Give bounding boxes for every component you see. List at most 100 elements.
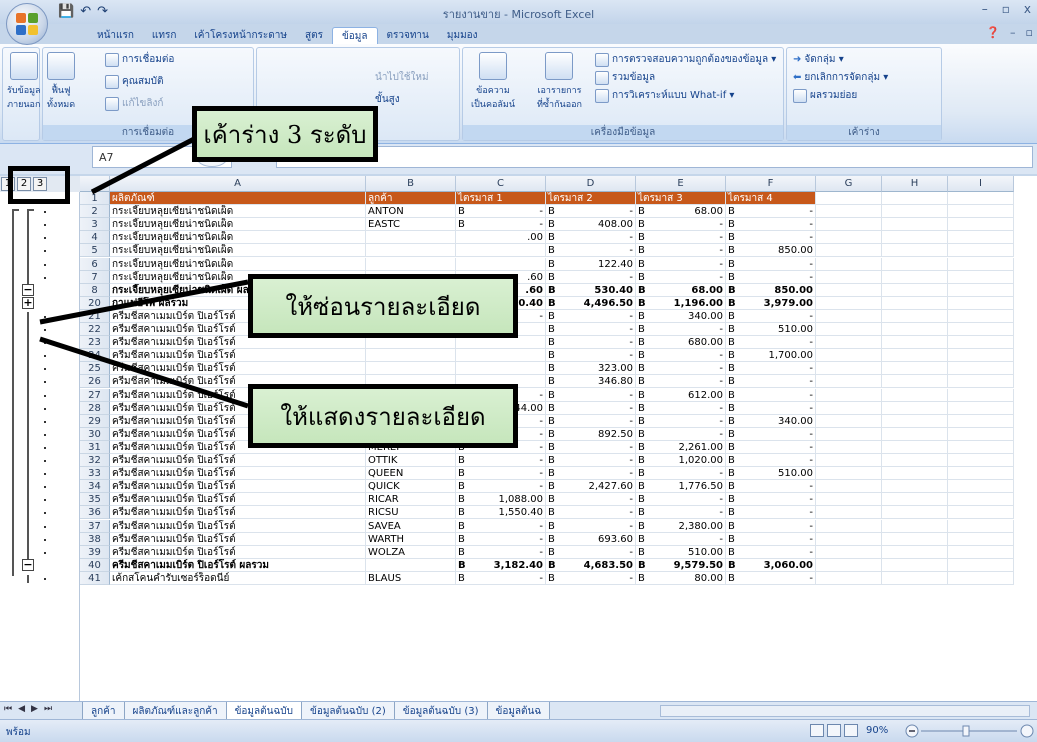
tab-1[interactable]: แทรก	[143, 27, 185, 45]
table-cell[interactable]: B	[546, 559, 560, 572]
table-cell[interactable]: -	[650, 244, 726, 258]
table-cell[interactable]	[366, 349, 456, 363]
table-cell[interactable]: 693.60	[560, 532, 636, 546]
table-cell[interactable]: B	[636, 323, 650, 336]
table-cell[interactable]: -	[740, 336, 816, 350]
table-cell[interactable]: -	[740, 532, 816, 546]
table-cell[interactable]: B	[636, 389, 650, 402]
table-cell[interactable]: ครีมชีสคาเมมเบิร์ต ปิเอร์โรต์	[110, 519, 366, 533]
tab-0[interactable]: หน้าแรก	[88, 27, 143, 45]
empty-cell[interactable]	[948, 480, 1014, 494]
table-cell[interactable]: -	[470, 467, 546, 481]
header-cell[interactable]: ไตรมาส 2	[546, 192, 636, 205]
table-cell[interactable]: 2,380.00	[650, 519, 726, 533]
table-cell[interactable]: B	[726, 244, 740, 258]
table-cell[interactable]: -	[560, 205, 636, 219]
empty-cell[interactable]	[882, 283, 948, 297]
table-cell[interactable]: B	[456, 559, 470, 572]
column-header-B[interactable]: B	[366, 176, 456, 192]
table-cell[interactable]: -	[740, 231, 816, 245]
table-cell[interactable]: -	[470, 571, 546, 585]
table-cell[interactable]: 850.00	[740, 283, 816, 297]
table-cell[interactable]: -	[740, 493, 816, 507]
header-cell[interactable]: ไตรมาส 1	[456, 192, 546, 205]
table-cell[interactable]: -	[650, 506, 726, 520]
empty-cell[interactable]	[882, 270, 948, 284]
empty-cell[interactable]	[882, 467, 948, 481]
empty-cell[interactable]	[816, 480, 882, 494]
empty-cell[interactable]	[882, 375, 948, 389]
table-cell[interactable]: 680.00	[650, 336, 726, 350]
table-cell[interactable]	[470, 336, 546, 350]
table-cell[interactable]: B	[456, 205, 470, 219]
table-cell[interactable]: -	[650, 323, 726, 336]
table-cell[interactable]: ครีมชีสคาเมมเบิร์ต ปิเอร์โรต์	[110, 467, 366, 481]
table-cell[interactable]: ครีมชีสคาเมมเบิร์ต ปิเอร์โรต์	[110, 349, 366, 363]
column-header-G[interactable]: G	[816, 176, 882, 192]
empty-cell[interactable]	[816, 309, 882, 323]
empty-cell[interactable]	[948, 336, 1014, 350]
page-layout-view-button[interactable]	[827, 724, 841, 737]
empty-cell[interactable]	[882, 244, 948, 258]
table-cell[interactable]: B	[546, 533, 560, 546]
table-cell[interactable]: -	[740, 309, 816, 323]
row-header[interactable]: 30	[80, 427, 110, 441]
table-cell[interactable]: B	[636, 362, 650, 376]
tab-6[interactable]: มุมมอง	[438, 27, 487, 45]
table-cell[interactable]: -	[560, 519, 636, 533]
table-cell[interactable]: -	[560, 414, 636, 428]
table-cell[interactable]: B	[636, 349, 650, 363]
table-cell[interactable]: 1,776.50	[650, 480, 726, 494]
table-cell[interactable]: -	[470, 545, 546, 559]
table-cell[interactable]: -	[470, 480, 546, 494]
table-cell[interactable]: 68.00	[650, 283, 726, 297]
office-button[interactable]	[6, 3, 48, 45]
table-cell[interactable]	[456, 349, 470, 363]
empty-cell[interactable]	[948, 414, 1014, 428]
table-cell[interactable]	[470, 244, 546, 258]
table-cell[interactable]: ครีมชีสคาเมมเบิร์ต ปิเอร์โรต์	[110, 545, 366, 559]
row-header[interactable]: 33	[80, 467, 110, 481]
table-cell[interactable]: B	[726, 454, 740, 467]
empty-cell[interactable]	[882, 309, 948, 323]
empty-cell[interactable]	[882, 519, 948, 533]
row-header[interactable]: 38	[80, 532, 110, 546]
table-cell[interactable]: B	[636, 415, 650, 428]
empty-cell[interactable]	[882, 401, 948, 415]
table-cell[interactable]: 3,060.00	[740, 558, 816, 572]
table-cell[interactable]: 2,427.60	[560, 480, 636, 494]
empty-cell[interactable]	[948, 493, 1014, 507]
empty-cell[interactable]	[882, 440, 948, 454]
empty-cell[interactable]	[816, 571, 882, 585]
tab-4[interactable]: ข้อมูล	[331, 27, 378, 45]
advanced-button[interactable]: ขั้นสูง	[375, 92, 400, 107]
row-header[interactable]: 32	[80, 454, 110, 467]
table-cell[interactable]: -	[740, 571, 816, 585]
table-cell[interactable]: B	[726, 467, 740, 481]
save-icon[interactable]: 💾	[58, 4, 74, 19]
table-cell[interactable]: 2,261.00	[650, 440, 726, 454]
empty-cell[interactable]	[948, 309, 1014, 323]
empty-cell[interactable]	[882, 558, 948, 572]
empty-cell[interactable]	[882, 532, 948, 546]
table-cell[interactable]: -	[560, 388, 636, 402]
table-cell[interactable]: B	[636, 441, 650, 454]
select-all-corner[interactable]	[80, 176, 110, 192]
table-cell[interactable]: 323.00	[560, 362, 636, 376]
table-cell[interactable]: OTTIK	[366, 454, 456, 467]
table-cell[interactable]: 1,020.00	[650, 454, 726, 467]
table-cell[interactable]: -	[740, 362, 816, 376]
table-cell[interactable]: B	[546, 284, 560, 297]
empty-cell[interactable]	[882, 506, 948, 520]
table-cell[interactable]: 1,196.00	[650, 296, 726, 310]
table-cell[interactable]	[366, 336, 456, 350]
table-cell[interactable]: -	[470, 205, 546, 219]
undo-icon[interactable]: ↶	[80, 4, 91, 19]
tab-5[interactable]: ตรวจทาน	[378, 27, 438, 45]
header-cell[interactable]: ไตรมาส 4	[726, 192, 816, 205]
table-cell[interactable]: B	[546, 258, 560, 271]
table-cell[interactable]: B	[456, 467, 470, 481]
row-header[interactable]: 29	[80, 414, 110, 428]
table-cell[interactable]: 892.50	[560, 427, 636, 441]
row-header[interactable]: 35	[80, 493, 110, 507]
